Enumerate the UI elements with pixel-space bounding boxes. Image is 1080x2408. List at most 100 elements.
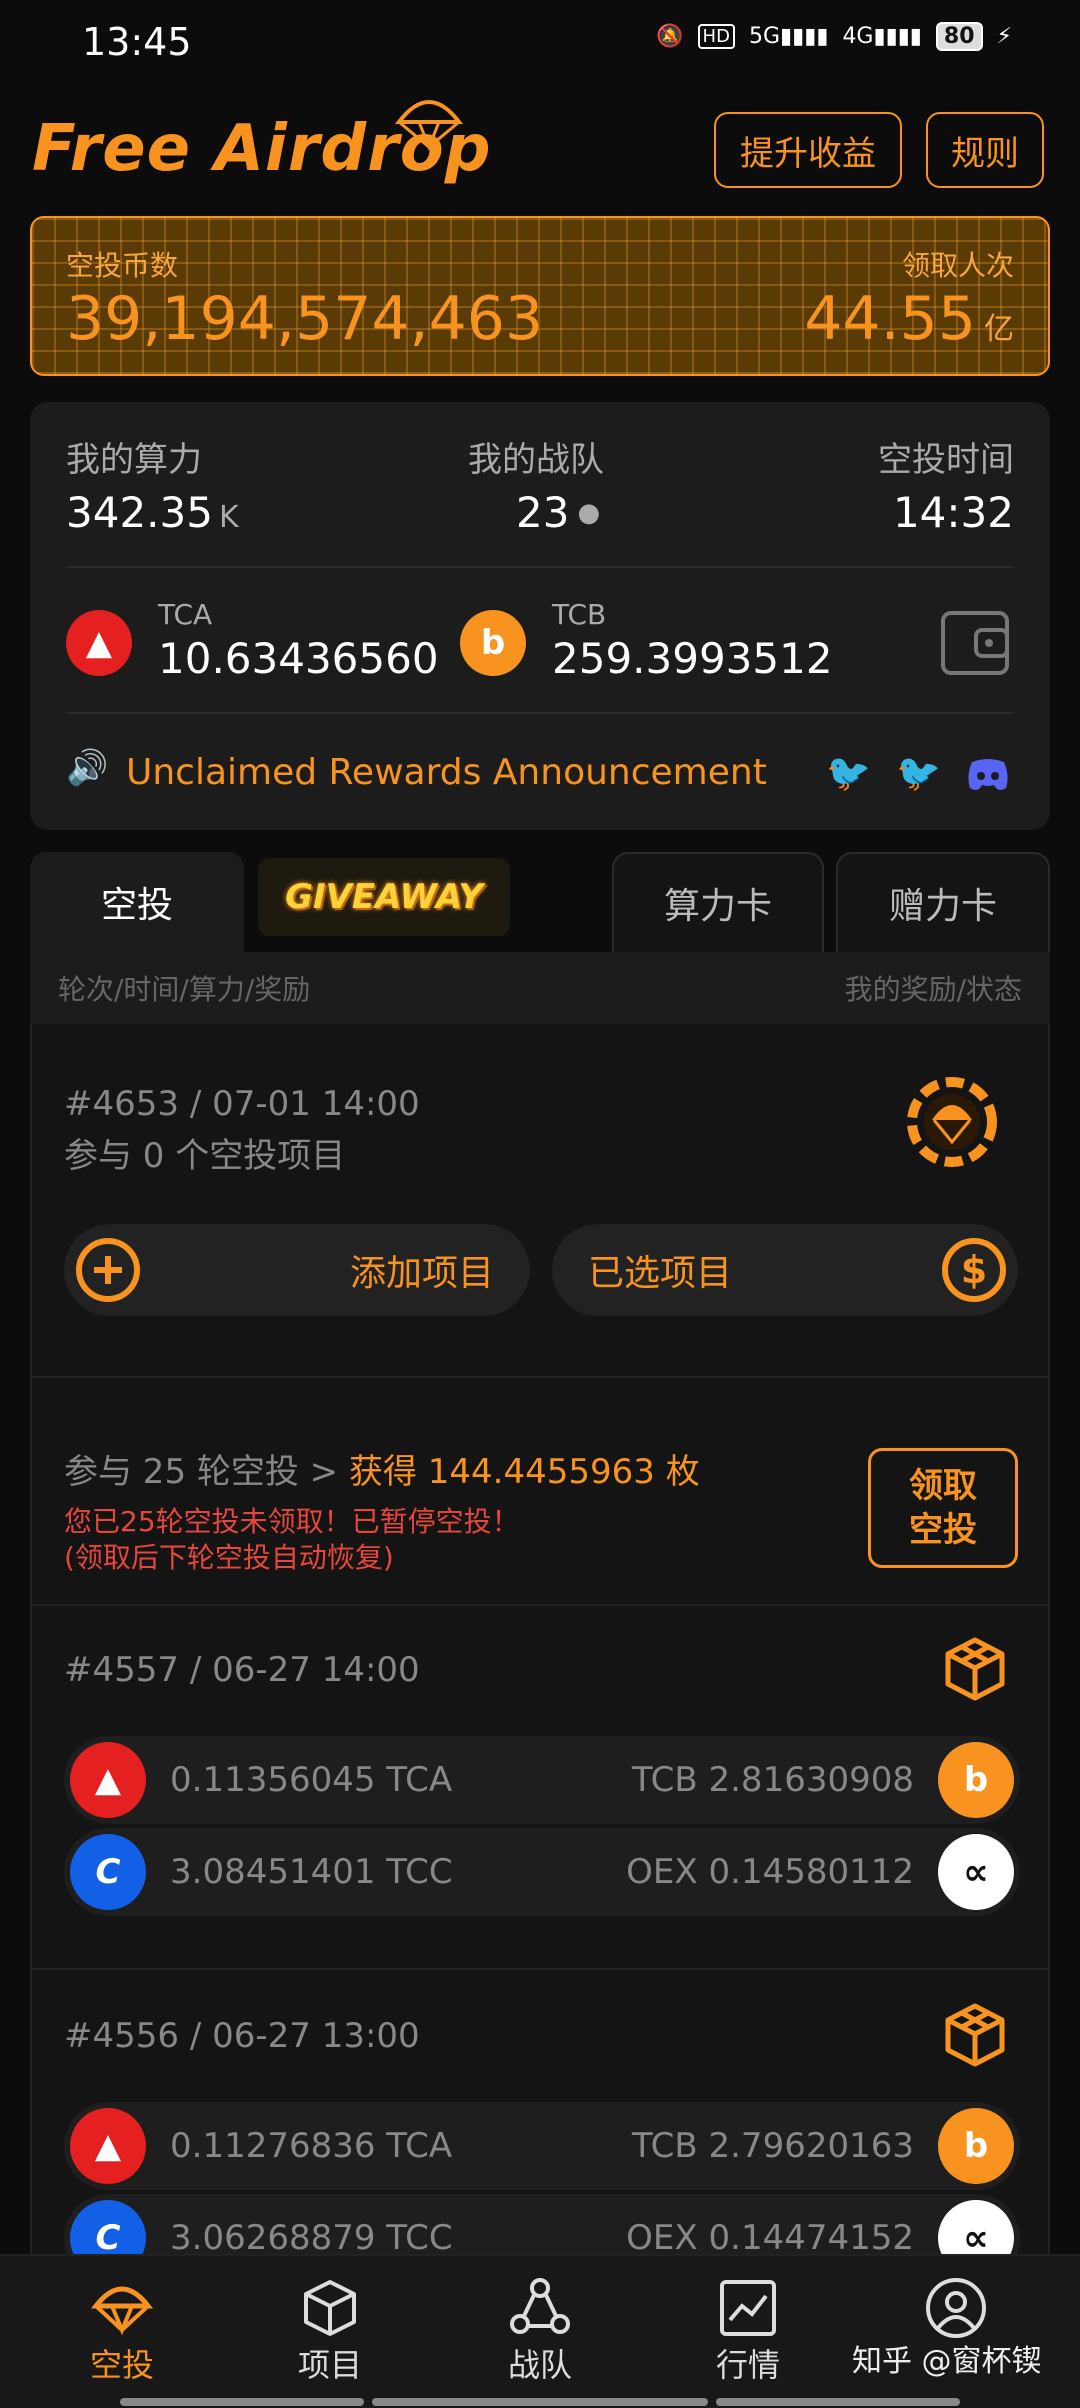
coins-value: 39,194,574,463 (66, 284, 544, 354)
status-time: 13:45 (82, 20, 192, 64)
airdrop-gear-icon (907, 1077, 997, 1167)
round-title: #4556 / 06-27 13:00 (64, 2016, 420, 2056)
reward-left: 3.08451401 TCC (170, 1852, 453, 1892)
divider (32, 1604, 1048, 1606)
claim-button-line2: 空投 (909, 1510, 977, 1550)
round-title: #4557 / 06-27 14:00 (64, 1650, 420, 1690)
mute-icon: 🔕 (656, 24, 684, 49)
rules-button[interactable]: 规则 (926, 112, 1044, 188)
airdrop-panel: #4653 / 07-01 14:00 参与 0 个空投项目 添加项目 已选项目… (30, 1024, 1050, 2282)
reward-left: 0.11356045 TCA (170, 1760, 453, 1800)
claim-prefix: 参与 25 轮空投 > (64, 1452, 349, 1492)
current-round-title: #4653 / 07-01 14:00 (64, 1084, 420, 1124)
airdrop-banner: 空投币数 39,194,574,463 领取人次 44.55 亿 (30, 216, 1050, 376)
claims-label: 领取人次 (901, 249, 1014, 282)
home-indicator (372, 2398, 708, 2406)
hd-icon: HD (697, 24, 735, 49)
selected-project-button[interactable]: 已选项目 $ (552, 1224, 1018, 1316)
home-indicator (120, 2398, 364, 2406)
tcb-coin-icon: b (938, 1742, 1014, 1818)
tcb-name: TCB (552, 598, 607, 631)
twitter-icon[interactable]: 🐦 (826, 752, 871, 794)
tca-name: TCA (158, 598, 213, 631)
charging-icon: ⚡ (996, 24, 1012, 49)
divider (66, 712, 1014, 714)
coins-label: 空投币数 (66, 249, 179, 282)
dollar-circle-icon: $ (942, 1238, 1006, 1302)
person-icon: ● (577, 497, 601, 528)
reward-right: OEX 0.14474152 (626, 2218, 914, 2258)
parachute-icon (90, 2286, 154, 2336)
hashrate-stat: 342.35 K (66, 488, 239, 537)
nav-team-label: 战队 (507, 2346, 572, 2384)
tab-gift-card[interactable]: 赠力卡 (836, 852, 1050, 952)
home-indicator (716, 2398, 960, 2406)
nav-project[interactable]: 项目 (260, 2276, 400, 2386)
tab-bar: 空投 GIVEAWAY 算力卡 赠力卡 (30, 852, 1050, 952)
cube-icon (304, 2280, 356, 2336)
team-stat[interactable]: 23 ● (516, 488, 600, 537)
airdrop-time-label: 空投时间 (878, 440, 1014, 480)
chart-icon (720, 2280, 776, 2336)
claim-airdrop-button[interactable]: 领取 空投 (868, 1448, 1018, 1568)
parachute-icon (394, 100, 464, 152)
bottom-nav: 空投 项目 战队 行情 我的 知乎 @窗杯锲 (0, 2254, 1080, 2408)
nav-project-label: 项目 (297, 2346, 362, 2384)
box-icon[interactable] (940, 1634, 1010, 1704)
status-bar: 13:45 🔕 HD 5G▮▮▮▮ 4G▮▮▮▮ 80 ⚡ (0, 0, 1080, 90)
airdrop-time-value: 14:32 (892, 488, 1014, 537)
claim-reward: 获得 144.4455963 枚 (348, 1452, 700, 1492)
oex-coin-icon: ∝ (938, 1834, 1014, 1910)
tab-power-card[interactable]: 算力卡 (612, 852, 824, 952)
wallet-icon[interactable] (940, 610, 1010, 676)
twitter-icon-2[interactable]: 🐦 (896, 752, 941, 794)
tcc-coin-icon: C (70, 1834, 146, 1910)
nav-team[interactable]: 战队 (470, 2276, 610, 2386)
claim-summary: 参与 25 轮空投 > 获得 144.4455963 枚 (64, 1444, 700, 1493)
subheader-left: 轮次/时间/算力/奖励 (58, 973, 311, 1006)
boost-earnings-button[interactable]: 提升收益 (714, 112, 902, 188)
signal-5g-icon: 5G▮▮▮▮ (748, 24, 829, 49)
subheader-right: 我的奖励/状态 (844, 973, 1022, 1006)
signal-4g-icon: 4G▮▮▮▮ (842, 24, 922, 49)
nav-market-label: 行情 (715, 2346, 780, 2384)
tab-airdrop[interactable]: 空投 (30, 852, 244, 952)
tca-balance: 10.63436560 (158, 634, 439, 683)
nav-market[interactable]: 行情 (678, 2276, 818, 2386)
claim-warning: 您已25轮空投未领取！已暂停空投！ (64, 1505, 520, 1538)
nav-airdrop[interactable]: 空投 (52, 2276, 192, 2386)
battery-icon: 80 (935, 22, 983, 51)
current-round-participate: 参与 0 个空投项目 (64, 1136, 346, 1176)
team-label: 我的战队 (468, 440, 604, 480)
user-icon (926, 2278, 986, 2338)
reward-right: TCB 2.81630908 (631, 1760, 914, 1800)
tcb-coin-icon: b (460, 610, 526, 676)
watermark: 知乎 @窗杯锲 (852, 2344, 1042, 2379)
hashrate-value: 342.35 (66, 488, 213, 537)
announcement-link[interactable]: Unclaimed Rewards Announcement (126, 752, 767, 793)
add-project-label: 添加项目 (349, 1253, 494, 1294)
tcb-balance: 259.3993512 (552, 634, 833, 683)
claims-unit: 亿 (984, 312, 1014, 347)
box-icon[interactable] (940, 2000, 1010, 2070)
list-subheader: 轮次/时间/算力/奖励 我的奖励/状态 (30, 952, 1050, 1024)
claims-stat: 44.55 亿 (804, 284, 1014, 354)
reward-row: ▲ 0.11356045 TCA TCB 2.81630908 b (64, 1736, 1020, 1824)
divider (66, 566, 1014, 568)
nav-airdrop-label: 空投 (89, 2346, 154, 2384)
tca-coin-icon: ▲ (70, 2108, 146, 2184)
team-value: 23 (516, 488, 570, 537)
hashrate-unit: K (218, 500, 239, 535)
svg-text:$: $ (961, 1248, 987, 1292)
claim-button-line1: 领取 (909, 1466, 977, 1506)
add-project-button[interactable]: 添加项目 (64, 1224, 530, 1316)
reward-row: ▲ 0.11276836 TCA TCB 2.79620163 b (64, 2102, 1020, 2190)
speaker-icon: 🔊 (66, 748, 109, 788)
claims-value: 44.55 (804, 284, 976, 354)
discord-icon[interactable] (966, 758, 1010, 792)
giveaway-label: GIVEAWAY (285, 877, 483, 917)
tab-giveaway[interactable]: GIVEAWAY (258, 858, 510, 936)
hashrate-label: 我的算力 (66, 440, 202, 480)
tca-coin-icon: ▲ (70, 1742, 146, 1818)
claim-warning-hint: (领取后下轮空投自动恢复) (64, 1541, 394, 1574)
